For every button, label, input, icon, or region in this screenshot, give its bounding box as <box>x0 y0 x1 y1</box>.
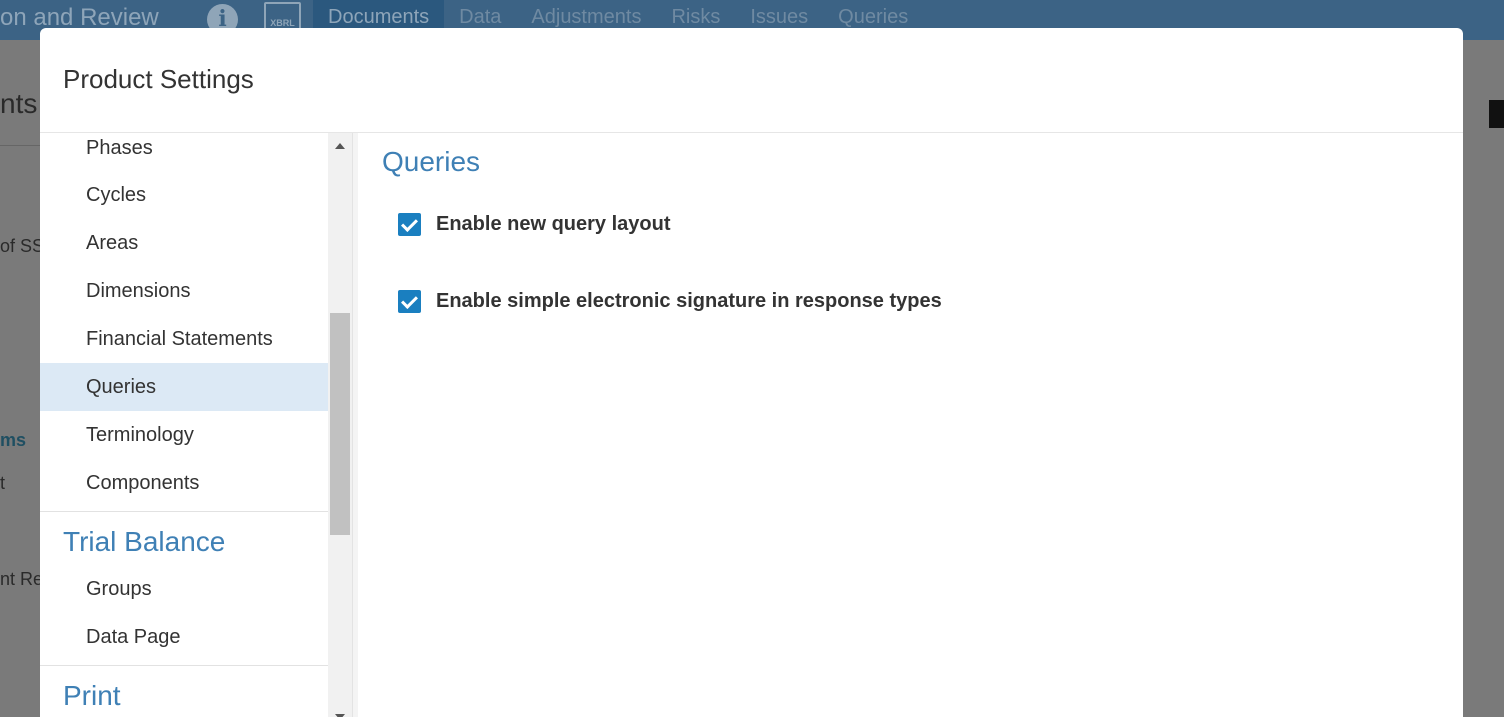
sidebar-item-cycles[interactable]: Cycles <box>40 171 328 219</box>
checkbox-electronic-signature[interactable] <box>398 290 421 313</box>
background-text: t <box>0 473 6 493</box>
sidebar-item-phases[interactable]: Phases <box>40 133 328 171</box>
panel-divider <box>352 133 358 717</box>
settings-content: Queries Enable new query layout Enable s… <box>382 133 1463 717</box>
option-electronic-signature: Enable simple electronic signature in re… <box>398 290 942 313</box>
sidebar-item-dimensions[interactable]: Dimensions <box>40 267 328 315</box>
product-settings-modal: Product Settings Phases Cycles Areas Dim… <box>40 28 1463 717</box>
sidebar-item-groups[interactable]: Groups <box>40 565 328 613</box>
scrollbar-thumb[interactable] <box>330 313 350 535</box>
sidebar-item-components[interactable]: Components <box>40 459 328 507</box>
option-label[interactable]: Enable simple electronic signature in re… <box>436 290 942 313</box>
sidebar-scrollbar[interactable] <box>328 133 352 717</box>
background-text: of SS <box>0 236 45 256</box>
modal-title: Product Settings <box>63 64 254 94</box>
background-heading: nts <box>0 88 38 119</box>
scroll-up-arrow-icon[interactable] <box>335 143 345 149</box>
sidebar-item-queries[interactable]: Queries <box>40 363 328 411</box>
content-title: Queries <box>382 146 481 177</box>
settings-sidebar: Phases Cycles Areas Dimensions Financial… <box>40 133 328 717</box>
sidebar-item-terminology[interactable]: Terminology <box>40 411 328 459</box>
sidebar-item-areas[interactable]: Areas <box>40 219 328 267</box>
background-text: nt Re <box>0 569 44 589</box>
background-text: ms <box>0 430 27 450</box>
background-divider <box>0 145 40 146</box>
option-new-query-layout: Enable new query layout <box>398 213 671 236</box>
modal-header: Product Settings <box>40 28 1463 133</box>
checkbox-new-query-layout[interactable] <box>398 213 421 236</box>
sidebar-item-data-page[interactable]: Data Page <box>40 613 328 661</box>
sidebar-item-financial-statements[interactable]: Financial Statements <box>40 315 328 363</box>
sidebar-section-print: Print <box>40 665 328 717</box>
printer-icon[interactable] <box>1489 100 1504 128</box>
sidebar-section-trial-balance: Trial Balance <box>40 511 328 565</box>
option-label[interactable]: Enable new query layout <box>436 213 671 236</box>
